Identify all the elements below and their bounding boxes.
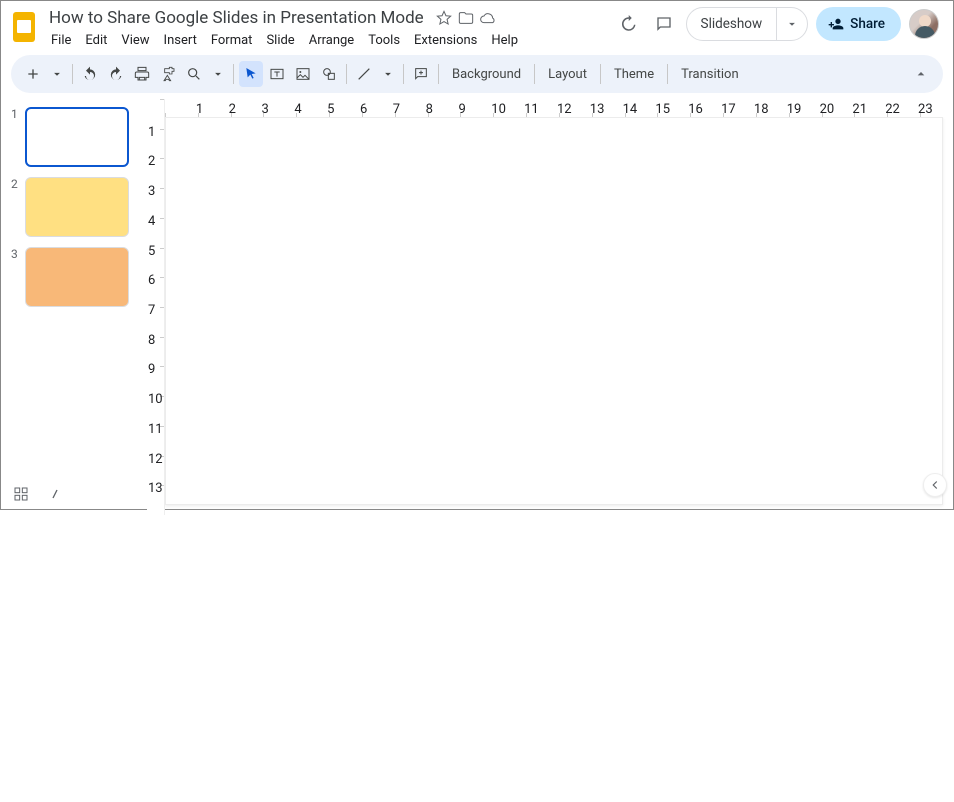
slide-thumb-1[interactable]: 1 [11, 107, 147, 167]
redo-button[interactable] [104, 61, 128, 87]
menu-format[interactable]: Format [205, 30, 259, 51]
line-dropdown[interactable] [378, 61, 398, 87]
share-button-label: Share [850, 16, 885, 32]
comment-add-button[interactable] [409, 61, 433, 87]
shape-tool[interactable] [317, 61, 341, 87]
slide-thumbnail[interactable] [25, 177, 129, 237]
slide-number: 1 [11, 107, 25, 167]
menu-slide[interactable]: Slide [260, 30, 300, 51]
menu-extensions[interactable]: Extensions [408, 30, 483, 51]
slide-canvas[interactable] [165, 117, 943, 505]
menu-arrange[interactable]: Arrange [303, 30, 360, 51]
slides-logo[interactable] [11, 9, 37, 45]
grid-view-button[interactable] [11, 484, 31, 504]
cloud-status-icon[interactable] [478, 8, 498, 28]
toolbar-separator [72, 64, 73, 84]
app-header: How to Share Google Slides in Presentati… [1, 1, 953, 53]
slide-thumbnail[interactable] [25, 247, 129, 307]
hide-side-panel-button[interactable] [923, 473, 947, 497]
zoom-button[interactable] [182, 61, 206, 87]
new-slide-button[interactable] [21, 61, 45, 87]
toolbar-separator [534, 64, 535, 84]
toolbar-separator [600, 64, 601, 84]
toolbar-separator [346, 64, 347, 84]
toolbar-separator [403, 64, 404, 84]
toolbar-separator [438, 64, 439, 84]
menu-tools[interactable]: Tools [362, 30, 406, 51]
slide-thumb-2[interactable]: 2 [11, 177, 147, 237]
new-slide-dropdown[interactable] [47, 61, 67, 87]
toolbar-separator [233, 64, 234, 84]
toolbar-separator [667, 64, 668, 84]
vertical-ruler: 12345678910111213 [147, 99, 165, 515]
horizontal-ruler: 1234567891011121314151617181920212223 [165, 99, 953, 117]
slide-number: 2 [11, 177, 25, 237]
slide-number: 3 [11, 247, 25, 307]
slideshow-dropdown[interactable] [776, 8, 807, 40]
layout-button[interactable]: Layout [540, 61, 595, 87]
paint-format-button[interactable] [156, 61, 180, 87]
share-button[interactable]: Share [816, 7, 901, 41]
menu-insert[interactable]: Insert [158, 30, 203, 51]
filmstrip[interactable]: 1 2 3 [1, 99, 147, 515]
menu-file[interactable]: File [45, 30, 77, 51]
doc-title-input[interactable]: How to Share Google Slides in Presentati… [45, 7, 428, 29]
select-tool[interactable] [239, 61, 263, 87]
toolbar: Background Layout Theme Transition [11, 55, 943, 93]
transition-button[interactable]: Transition [673, 61, 747, 87]
line-tool[interactable] [352, 61, 376, 87]
menu-view[interactable]: View [115, 30, 155, 51]
print-button[interactable] [130, 61, 154, 87]
star-icon[interactable] [434, 8, 454, 28]
slide-thumb-3[interactable]: 3 [11, 247, 147, 307]
menu-edit[interactable]: Edit [79, 30, 113, 51]
collapse-toolbar-button[interactable] [909, 61, 933, 87]
menu-help[interactable]: Help [485, 30, 524, 51]
explore-button[interactable] [45, 484, 65, 504]
textbox-tool[interactable] [265, 61, 289, 87]
slideshow-button-group: Slideshow [686, 7, 809, 41]
slide-thumbnail[interactable] [25, 107, 129, 167]
theme-button[interactable]: Theme [606, 61, 662, 87]
history-icon[interactable] [614, 10, 642, 38]
menubar: File Edit View Insert Format Slide Arran… [45, 30, 524, 51]
bottom-bar [11, 484, 65, 504]
undo-button[interactable] [78, 61, 102, 87]
background-button[interactable]: Background [444, 61, 529, 87]
zoom-dropdown[interactable] [208, 61, 228, 87]
move-folder-icon[interactable] [456, 8, 476, 28]
image-tool[interactable] [291, 61, 315, 87]
workspace: 1 2 3 12345678910111213 1234567891011121… [1, 99, 953, 515]
slideshow-button[interactable]: Slideshow [687, 8, 777, 40]
person-add-icon [828, 16, 844, 32]
comment-icon[interactable] [650, 10, 678, 38]
account-avatar[interactable] [909, 9, 939, 39]
